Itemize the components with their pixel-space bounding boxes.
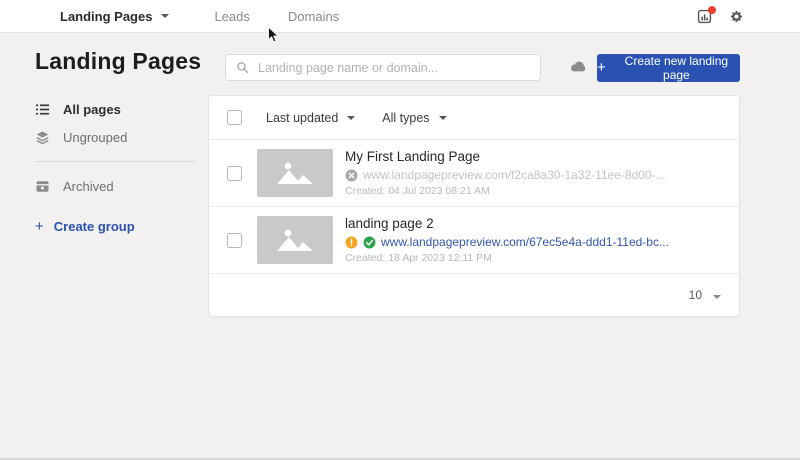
import-button[interactable] bbox=[566, 58, 590, 76]
create-landing-page-label: Create new landing page bbox=[613, 54, 740, 82]
landing-page-url[interactable]: www.landpagepreview.com/67ec5e4a-ddd1-11… bbox=[381, 235, 669, 249]
search-icon bbox=[236, 61, 249, 74]
nav-right-icons bbox=[696, 0, 744, 33]
landing-page-row[interactable]: My First Landing Page www.landpageprevie… bbox=[209, 140, 739, 207]
row-details: My First Landing Page www.landpageprevie… bbox=[345, 149, 666, 197]
url-line: www.landpagepreview.com/67ec5e4a-ddd1-11… bbox=[345, 235, 669, 249]
list-icon bbox=[35, 102, 50, 117]
created-date: Created: 18 Apr 2023 12:11 PM bbox=[345, 252, 669, 264]
sidebar: All pages Ungrouped Archived + Create gr… bbox=[35, 95, 195, 235]
type-filter-dropdown[interactable]: All types bbox=[382, 111, 446, 125]
whats-new-button[interactable] bbox=[696, 9, 712, 25]
url-line: www.landpagepreview.com/f2ca8a30-1a32-11… bbox=[345, 168, 666, 182]
page-title: Landing Pages bbox=[35, 48, 201, 75]
chevron-down-icon bbox=[161, 14, 169, 18]
settings-button[interactable] bbox=[728, 9, 744, 25]
landing-pages-card: Last updated All types My First Landing … bbox=[208, 95, 740, 317]
plus-icon: + bbox=[597, 60, 606, 75]
image-placeholder-icon bbox=[273, 158, 317, 188]
page-size-dropdown[interactable] bbox=[713, 286, 721, 304]
chevron-down-icon bbox=[347, 116, 355, 120]
image-placeholder-icon bbox=[273, 225, 317, 255]
layers-icon bbox=[35, 130, 50, 145]
sidebar-divider bbox=[35, 161, 195, 162]
published-icon bbox=[363, 236, 376, 249]
sidebar-item-label: Ungrouped bbox=[63, 130, 127, 145]
sort-dropdown[interactable]: Last updated bbox=[266, 111, 355, 125]
page-size-value: 10 bbox=[689, 288, 702, 302]
list-toolbar: Last updated All types bbox=[209, 96, 739, 140]
search-box bbox=[225, 54, 541, 81]
sidebar-item-all-pages[interactable]: All pages bbox=[35, 95, 195, 123]
sidebar-item-archived[interactable]: Archived bbox=[35, 172, 195, 200]
create-group-button[interactable]: + Create group bbox=[35, 218, 195, 235]
row-details: landing page 2 www.landpagepreview.com/6… bbox=[345, 216, 669, 264]
chevron-down-icon bbox=[439, 116, 447, 120]
landing-page-row[interactable]: landing page 2 www.landpagepreview.com/6… bbox=[209, 207, 739, 274]
chevron-down-icon bbox=[713, 295, 721, 299]
archive-icon bbox=[35, 179, 50, 194]
nav-app-switcher[interactable]: Landing Pages bbox=[60, 9, 169, 24]
landing-page-title: My First Landing Page bbox=[345, 149, 666, 164]
top-nav: Landing Pages Leads Domains bbox=[0, 0, 800, 33]
cloud-icon bbox=[569, 60, 588, 74]
landing-page-thumbnail[interactable] bbox=[257, 149, 333, 197]
nav-link-leads[interactable]: Leads bbox=[214, 9, 249, 24]
row-checkbox[interactable] bbox=[227, 166, 242, 181]
created-date: Created: 04 Jul 2023 08:21 AM bbox=[345, 185, 666, 197]
landing-page-url: www.landpagepreview.com/f2ca8a30-1a32-11… bbox=[363, 168, 666, 182]
create-group-label: Create group bbox=[54, 219, 135, 234]
create-landing-page-button[interactable]: + Create new landing page bbox=[597, 54, 740, 82]
sidebar-item-label: Archived bbox=[63, 179, 114, 194]
warning-icon bbox=[345, 236, 358, 249]
sort-dropdown-label: Last updated bbox=[266, 111, 338, 125]
gear-icon bbox=[729, 9, 744, 24]
sidebar-item-ungrouped[interactable]: Ungrouped bbox=[35, 123, 195, 151]
landing-page-thumbnail[interactable] bbox=[257, 216, 333, 264]
type-filter-label: All types bbox=[382, 111, 429, 125]
notification-badge bbox=[708, 6, 716, 14]
landing-page-title: landing page 2 bbox=[345, 216, 669, 231]
select-all-checkbox[interactable] bbox=[227, 110, 242, 125]
nav-app-switcher-label: Landing Pages bbox=[60, 9, 152, 24]
sidebar-item-label: All pages bbox=[63, 102, 121, 117]
row-checkbox[interactable] bbox=[227, 233, 242, 248]
plus-icon: + bbox=[35, 218, 44, 235]
nav-link-domains[interactable]: Domains bbox=[288, 9, 339, 24]
search-input[interactable] bbox=[258, 61, 530, 75]
pagination-bar: 10 bbox=[209, 274, 739, 316]
offline-icon bbox=[345, 169, 358, 182]
